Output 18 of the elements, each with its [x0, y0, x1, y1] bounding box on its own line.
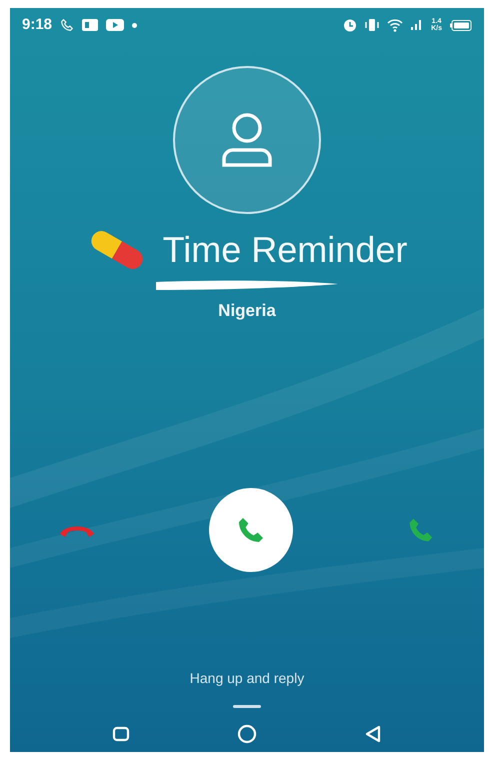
video-icon: [106, 19, 124, 31]
phone-icon: [60, 18, 74, 32]
dot-icon: [132, 22, 138, 28]
app-icon: [82, 19, 98, 31]
alarm-icon: [343, 18, 358, 32]
caller-location: Nigeria: [218, 300, 276, 322]
swipe-handle[interactable]: [233, 705, 261, 708]
vibrate-icon: [365, 18, 380, 32]
battery-icon: [450, 20, 472, 30]
home-icon[interactable]: [236, 724, 257, 744]
back-icon[interactable]: [364, 725, 382, 743]
person-icon: [221, 112, 273, 168]
recents-icon[interactable]: [112, 726, 130, 742]
caller-name: Time Reminder: [162, 232, 408, 268]
clock: 9:18: [22, 14, 52, 35]
signal-icon: [411, 20, 424, 30]
hint-text: Hang up and reply: [190, 669, 304, 688]
wifi-icon: [387, 18, 404, 32]
